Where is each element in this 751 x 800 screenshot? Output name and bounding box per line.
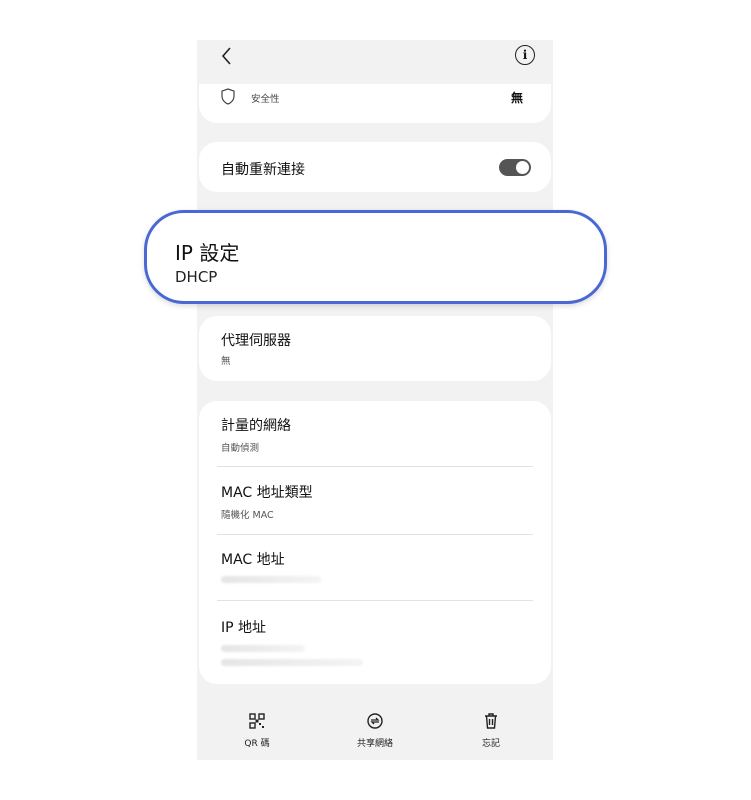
ip-address-label: IP 地址 (221, 620, 267, 636)
security-label: 安全性 (251, 94, 280, 105)
proxy-label: 代理伺服器 (221, 333, 291, 349)
toggle-knob (516, 161, 529, 174)
chevron-left-icon (221, 47, 231, 65)
wifi-details-screen: i 安全性 無 自動重新連接 代理伺服器 無 計量的網絡 自動偵測 MAC 地址… (197, 40, 553, 760)
auto-reconnect-row[interactable]: 自動重新連接 (199, 142, 551, 192)
ip-settings-row[interactable]: IP 設定 DHCP (144, 210, 607, 304)
auto-reconnect-toggle[interactable] (499, 159, 531, 176)
proxy-row[interactable]: 代理伺服器 無 (199, 316, 551, 381)
trash-icon (485, 713, 497, 729)
divider (217, 466, 533, 467)
share-network-button[interactable]: 共享網絡 (335, 712, 415, 749)
security-value: 無 (510, 91, 523, 105)
forget-button[interactable]: 忘記 (451, 712, 531, 749)
top-bar: i (197, 40, 553, 76)
divider (217, 534, 533, 535)
info-icon: i (522, 48, 528, 62)
ip-settings-label: IP 設定 (175, 241, 240, 265)
security-card: 安全性 無 (199, 84, 551, 123)
mac-type-label: MAC 地址類型 (221, 485, 313, 501)
auto-reconnect-label: 自動重新連接 (221, 162, 305, 178)
mac-address-redacted (221, 576, 321, 583)
bottom-action-bar: QR 碼 共享網絡 忘記 (197, 702, 553, 760)
metered-value: 自動偵測 (221, 443, 260, 454)
shield-icon (221, 88, 235, 105)
share-network-icon (367, 713, 383, 729)
divider (217, 600, 533, 601)
back-button[interactable] (215, 44, 239, 68)
ipv6-address-redacted (221, 659, 363, 666)
qr-code-button[interactable]: QR 碼 (217, 712, 297, 749)
mac-address-label: MAC 地址 (221, 552, 285, 568)
mac-type-value: 隨機化 MAC (221, 510, 274, 521)
proxy-value: 無 (221, 356, 231, 367)
info-button[interactable]: i (515, 45, 535, 65)
metered-label: 計量的網絡 (221, 418, 291, 434)
qr-code-icon (249, 713, 265, 729)
forget-label: 忘記 (481, 739, 500, 749)
ip-settings-value: DHCP (175, 268, 218, 286)
qr-code-label: QR 碼 (244, 739, 270, 749)
network-details-card: 計量的網絡 自動偵測 MAC 地址類型 隨機化 MAC MAC 地址 IP 地址 (199, 401, 551, 684)
share-network-label: 共享網絡 (356, 739, 393, 749)
ip-address-redacted (221, 645, 305, 652)
